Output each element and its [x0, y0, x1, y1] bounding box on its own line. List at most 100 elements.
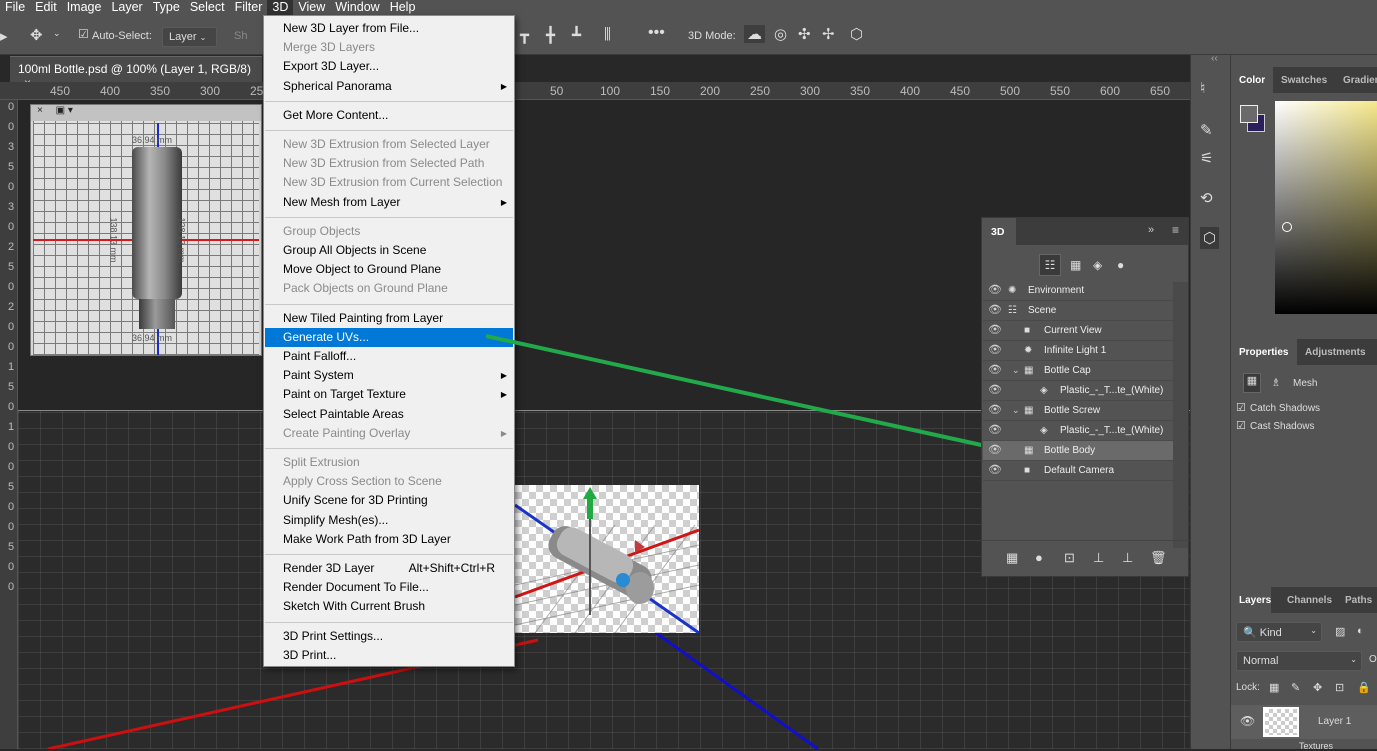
menu-item-new-3d-layer-from-file[interactable]: New 3D Layer from File... — [265, 19, 513, 38]
3d-panel-icon[interactable]: ⬡ — [1200, 227, 1220, 249]
menu-item-simplify-mesh-es[interactable]: Simplify Mesh(es)... — [265, 511, 513, 530]
add-mesh-icon[interactable]: ▦ — [1006, 550, 1018, 566]
menu-filter[interactable]: Filter — [230, 0, 268, 15]
menu-item-new-tiled-painting-from-layer[interactable]: New Tiled Painting from Layer — [265, 309, 513, 328]
orbit-3d-icon[interactable]: ☁ — [744, 25, 765, 43]
roll-3d-icon[interactable]: ◎ — [774, 25, 787, 43]
menu-item-export-3d-layer[interactable]: Export 3D Layer... — [265, 57, 513, 76]
menu-type[interactable]: Type — [148, 0, 185, 15]
menu-layer[interactable]: Layer — [106, 0, 147, 15]
align-top-icon[interactable]: ┳ — [520, 26, 529, 44]
visibility-eye-icon[interactable]: 👁 — [988, 461, 1002, 480]
tab-3d[interactable]: 3D — [982, 218, 1016, 245]
scene-row[interactable]: 👁 ◈ Plastic_-_T...te_(White) — [983, 421, 1173, 441]
visibility-eye-icon[interactable]: 👁 — [988, 361, 1002, 380]
menu-item-paint-system[interactable]: Paint System ▶ — [265, 366, 513, 385]
menu-item-paint-on-target-texture[interactable]: Paint on Target Texture ▶ — [265, 385, 513, 404]
layer-row[interactable]: 👁 Layer 1 — [1231, 705, 1377, 739]
menu-item-render-3d-layer[interactable]: Render 3D Layer Alt+Shift+Ctrl+R — [265, 559, 513, 578]
tab-layers[interactable]: Layers — [1231, 587, 1271, 613]
mesh-filter-icon[interactable]: ▦ — [1070, 258, 1081, 272]
visibility-eye-icon[interactable]: 👁 — [988, 401, 1002, 420]
menu-item-unify-scene-for-3d-printing[interactable]: Unify Scene for 3D Printing — [265, 491, 513, 510]
visibility-eye-icon[interactable]: 👁 — [988, 341, 1002, 360]
image-filter-icon[interactable]: ▨ — [1335, 625, 1345, 638]
visibility-eye-icon[interactable]: 👁 — [988, 301, 1002, 320]
light-filter-icon[interactable]: ● — [1117, 258, 1124, 272]
scene-row[interactable]: 👁 ⌄ ▦ Bottle Cap — [983, 361, 1173, 381]
menu-select[interactable]: Select — [185, 0, 230, 15]
menu-file[interactable]: File — [0, 0, 30, 15]
menu-item-new-mesh-from-layer[interactable]: New Mesh from Layer ▶ — [265, 193, 513, 212]
close-view-icon[interactable]: × — [37, 105, 43, 116]
menu-item-select-paintable-areas[interactable]: Select Paintable Areas — [265, 405, 513, 424]
menu-item-make-work-path-from-3d-layer[interactable]: Make Work Path from 3D Layer — [265, 530, 513, 549]
menu-image[interactable]: Image — [62, 0, 107, 15]
foreground-color-swatch[interactable] — [1240, 105, 1258, 123]
cast-shadows-checkbox[interactable]: ☑ — [1236, 419, 1246, 432]
visibility-eye-icon[interactable]: 👁 — [988, 441, 1002, 460]
tab-gradients[interactable]: Gradien — [1343, 67, 1377, 93]
lock-pixels-icon[interactable]: ▦ — [1269, 681, 1279, 694]
pan-3d-icon[interactable]: ✣ — [798, 25, 811, 43]
catch-shadows-checkbox[interactable]: ☑ — [1236, 401, 1246, 414]
tab-swatches[interactable]: Swatches — [1281, 67, 1327, 93]
scene-row[interactable]: 👁 ▦ Bottle Body — [983, 441, 1173, 461]
menu-item-spherical-panorama[interactable]: Spherical Panorama ▶ — [265, 77, 513, 96]
visibility-eye-icon[interactable]: 👁 — [988, 421, 1002, 440]
tab-properties[interactable]: Properties — [1231, 339, 1297, 365]
adjustment-filter-icon[interactable]: ◐ — [1357, 625, 1364, 637]
menu-item-sketch-with-current-brush[interactable]: Sketch With Current Brush — [265, 597, 513, 616]
brush-settings-icon[interactable]: ✎ — [1200, 121, 1213, 139]
lock-all-icon[interactable]: 🔒 — [1357, 681, 1371, 694]
menu-help[interactable]: Help — [385, 0, 421, 15]
collapse-panel-icon[interactable]: » — [1148, 224, 1154, 236]
ellipsis-icon[interactable]: ••• — [648, 24, 665, 42]
layer-visibility-icon[interactable]: 👁 — [1240, 714, 1255, 728]
menu-item-group-all-objects-in-scene[interactable]: Group All Objects in Scene — [265, 241, 513, 260]
mesh-type-icon[interactable]: ▦ — [1243, 373, 1261, 393]
menu-item-move-object-to-ground-plane[interactable]: Move Object to Ground Plane — [265, 260, 513, 279]
menu-edit[interactable]: Edit — [30, 0, 62, 15]
adjust-icon[interactable]: ⚟ — [1200, 149, 1213, 167]
view-menu-icon[interactable]: ▣ ▾ — [56, 105, 73, 116]
3d-object-preview[interactable] — [515, 485, 699, 633]
scrollbar[interactable] — [1173, 282, 1188, 548]
visibility-eye-icon[interactable]: 👁 — [988, 281, 1002, 300]
render-icon[interactable]: ⊡ — [1064, 550, 1075, 566]
menu-item-3d-print-settings[interactable]: 3D Print Settings... — [265, 627, 513, 646]
delete-icon[interactable]: 🗑 — [1150, 550, 1167, 566]
menu-item-render-document-to-file[interactable]: Render Document To File... — [265, 578, 513, 597]
tab-color[interactable]: Color — [1231, 67, 1273, 93]
scene-row[interactable]: 👁 ✺ Environment — [983, 281, 1173, 301]
distribute-icon[interactable]: ⫼ — [604, 26, 611, 43]
scene-row[interactable]: 👁 ☷ Scene — [983, 301, 1173, 321]
drop-to-ground-icon[interactable]: ⊥ — [1093, 550, 1104, 566]
scene-row[interactable]: 👁 ■ Current View — [983, 321, 1173, 341]
clone-source-icon[interactable]: ⟲ — [1200, 189, 1213, 207]
menu-item-paint-falloff[interactable]: Paint Falloff... — [265, 347, 513, 366]
color-picker-field[interactable] — [1275, 101, 1377, 314]
tab-paths[interactable]: Paths — [1345, 587, 1372, 613]
align-middle-icon[interactable]: ╋ — [546, 26, 555, 44]
scene-row[interactable]: 👁 ◈ Plastic_-_T...te_(White) — [983, 381, 1173, 401]
tab-channels[interactable]: Channels — [1287, 587, 1332, 613]
material-filter-icon[interactable]: ◈ — [1093, 258, 1102, 272]
deform-icon[interactable]: ♗ — [1271, 376, 1281, 389]
expand-chevron-icon[interactable]: ⌄ — [1012, 361, 1020, 380]
align-bottom-icon[interactable]: ┻ — [572, 26, 581, 44]
scene-row[interactable]: 👁 ■ Default Camera — [983, 461, 1173, 481]
expand-chevron-icon[interactable]: ⌄ — [1012, 401, 1020, 420]
auto-select-checkbox[interactable]: ☑ — [78, 27, 89, 41]
lock-position-icon[interactable]: ✥ — [1313, 681, 1322, 694]
move-tool-icon[interactable]: ✥ — [30, 26, 43, 44]
scene-row[interactable]: 👁 ✹ Infinite Light 1 — [983, 341, 1173, 361]
blend-mode-dropdown[interactable]: Normal ⌄ — [1236, 651, 1362, 671]
menu-item-3d-print[interactable]: 3D Print... — [265, 646, 513, 665]
layer-kind-filter[interactable]: 🔍 Kind ⌄ — [1236, 622, 1322, 642]
whole-scene-filter-icon[interactable]: ☷ — [1039, 254, 1061, 276]
visibility-eye-icon[interactable]: 👁 — [988, 381, 1002, 400]
history-icon[interactable]: ♮ — [1200, 79, 1205, 97]
menu-item-generate-uvs[interactable]: Generate UVs... — [265, 327, 513, 347]
reset-icon[interactable]: ⊥ — [1122, 550, 1133, 566]
